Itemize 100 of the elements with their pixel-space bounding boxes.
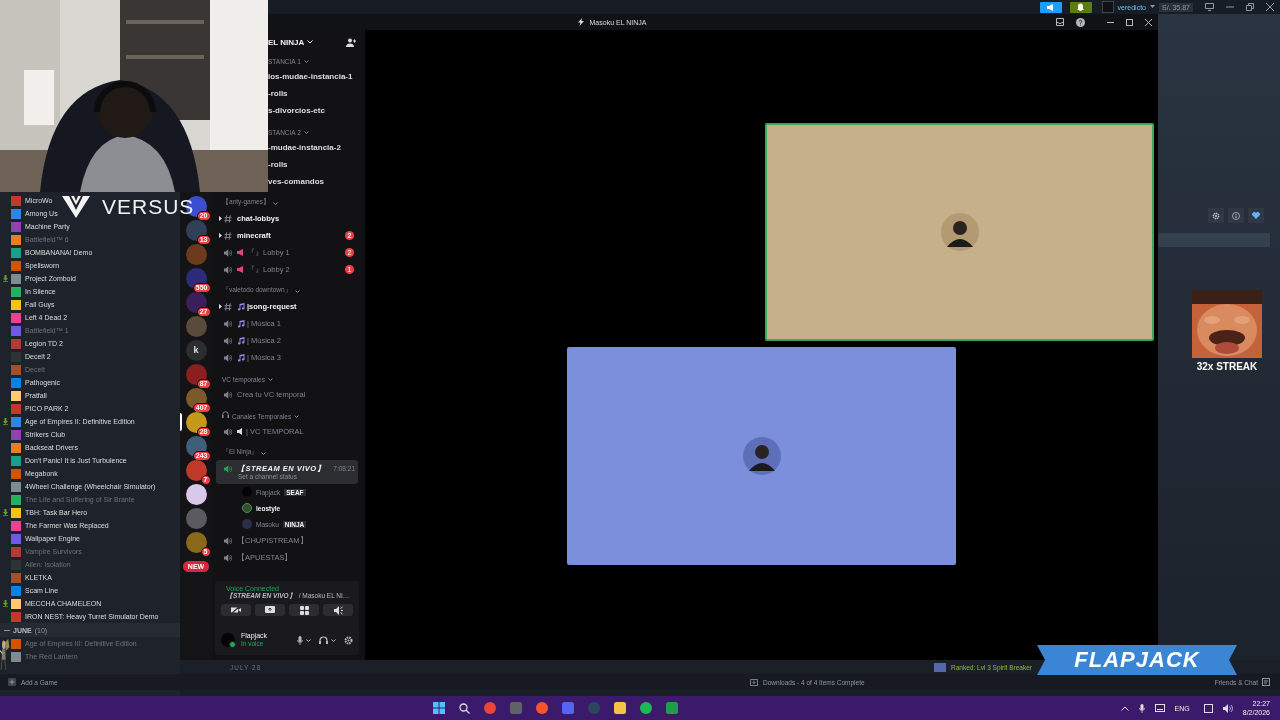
expand-arrow-icon (218, 216, 222, 221)
app-icon[interactable] (665, 702, 678, 714)
add-friend-icon[interactable] (346, 37, 356, 47)
close-icon[interactable] (1145, 18, 1152, 26)
channel-item[interactable]: s-divorcios-etc (268, 102, 358, 119)
chat-icon (1262, 678, 1270, 686)
headphones-icon[interactable] (319, 636, 328, 644)
download-icon (3, 418, 8, 425)
search-icon[interactable] (458, 702, 470, 714)
microphone-icon[interactable] (1138, 703, 1145, 713)
game-icon (11, 507, 21, 518)
game-icon (11, 325, 21, 336)
expand-arrow-icon (218, 304, 222, 309)
game-icon (11, 403, 21, 414)
game-icon (11, 546, 21, 557)
notifications-button[interactable] (1069, 1, 1092, 13)
speaker-icon (224, 536, 232, 545)
announcements-button[interactable] (1039, 1, 1062, 13)
server-icon[interactable]: k (185, 339, 207, 361)
channel-item[interactable]: ves-comandos (268, 173, 358, 190)
speaker-icon (224, 336, 232, 345)
inbox-icon[interactable] (1056, 18, 1064, 26)
speaker-icon (224, 390, 232, 399)
speaker-icon (224, 319, 232, 328)
bell-icon (1077, 3, 1085, 11)
help-icon[interactable] (1076, 17, 1085, 27)
chevron-down-icon (307, 40, 314, 44)
megaphone-icon (1046, 3, 1055, 11)
channel-item[interactable]: ios-mudae-instancia-1 (268, 68, 358, 85)
heart-icon (1252, 212, 1260, 219)
windows-logo-icon[interactable] (432, 702, 445, 714)
streamer-name: FLAPJACK (1074, 647, 1200, 673)
favorite-button[interactable] (1248, 208, 1264, 223)
streak-label: 32x STREAK (1196, 361, 1258, 372)
maximize-icon[interactable] (1126, 18, 1133, 26)
close-icon[interactable] (1266, 3, 1274, 11)
chevron-down-icon[interactable] (306, 638, 311, 642)
network-icon[interactable] (1203, 703, 1213, 713)
activities-button[interactable] (289, 604, 319, 616)
app-icon[interactable] (613, 702, 626, 714)
megaphone-icon (237, 249, 245, 256)
speaker-icon (224, 353, 232, 362)
info-button[interactable] (1228, 208, 1244, 223)
chevron-down-icon[interactable] (331, 638, 336, 642)
game-icon (11, 416, 21, 427)
online-status-icon (229, 641, 236, 648)
server-icon[interactable] (185, 483, 207, 505)
channel-item[interactable]: -mudae-instancia-2 (268, 139, 358, 156)
game-icon (11, 273, 21, 284)
download-tray-icon (750, 678, 759, 686)
chevron-down-icon (294, 290, 300, 293)
monitor-icon[interactable] (1205, 3, 1214, 11)
volume-icon[interactable] (1222, 703, 1233, 713)
game-icon (11, 260, 21, 271)
soundboard-button[interactable] (323, 604, 353, 616)
game-icon (11, 533, 21, 544)
game-icon (11, 312, 21, 323)
microphone-icon[interactable] (297, 635, 303, 645)
chevron-logo-icon (62, 196, 90, 218)
speaker-icon (224, 464, 232, 473)
game-icon (11, 338, 21, 349)
game-icon (11, 651, 21, 662)
settings-icon[interactable] (344, 635, 353, 645)
app-icon[interactable] (639, 702, 652, 714)
app-icon[interactable] (535, 702, 548, 714)
video-tile[interactable] (765, 123, 1154, 341)
screen-share-icon (265, 605, 275, 615)
game-icon (11, 377, 21, 388)
info-icon (1232, 211, 1240, 220)
game-icon (11, 299, 21, 310)
game-icon (11, 611, 21, 622)
settings-button[interactable] (1208, 208, 1224, 223)
game-icon (11, 520, 21, 531)
user-avatar[interactable] (221, 633, 235, 647)
chevron-down-icon (303, 131, 309, 134)
server-name[interactable]: EL NINJA (268, 37, 305, 47)
headset-icon (222, 411, 229, 418)
user-avatar (742, 437, 781, 475)
camera-off-button[interactable] (221, 604, 251, 616)
megaphone-icon (237, 266, 245, 273)
video-tile[interactable] (567, 347, 956, 565)
caret-icon (1149, 5, 1155, 9)
channel-item[interactable]: -rolls (268, 156, 358, 173)
chevron-down-icon (268, 378, 273, 381)
channel-item[interactable]: -rolls (268, 85, 358, 102)
game-icon (11, 494, 21, 505)
maximize-icon[interactable] (1246, 3, 1254, 11)
game-icon (11, 455, 21, 466)
hash-icon (224, 214, 232, 223)
game-icon (11, 364, 21, 375)
soundboard-icon (333, 605, 343, 615)
keyboard-icon[interactable] (1154, 704, 1165, 712)
share-screen-button[interactable] (255, 604, 285, 616)
game-icon (11, 442, 21, 453)
chevron-up-icon[interactable] (1120, 705, 1129, 711)
speaker-icon (224, 248, 232, 257)
game-icon (11, 638, 21, 649)
friend-avatar (934, 662, 947, 672)
app-icon[interactable] (483, 702, 496, 714)
expand-arrow-icon (218, 233, 222, 238)
